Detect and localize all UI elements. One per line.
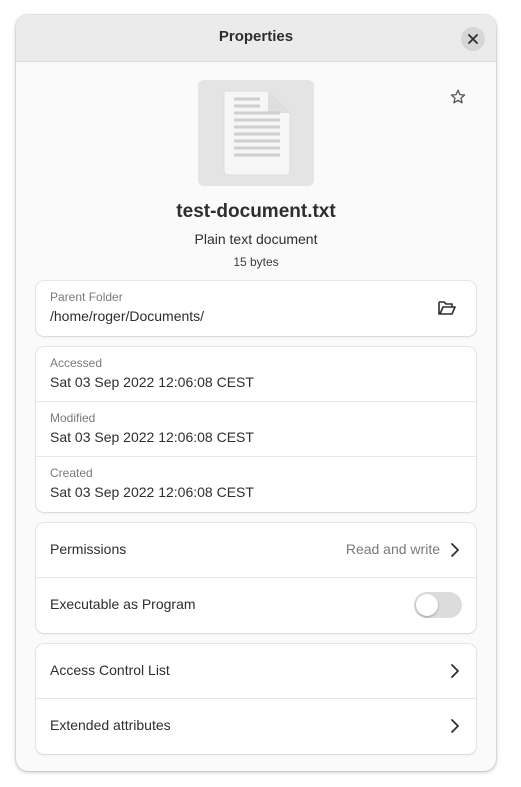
modified-label: Modified xyxy=(50,411,96,425)
executable-row: Executable as Program xyxy=(36,578,476,633)
permissions-label: Permissions xyxy=(50,541,127,557)
star-button[interactable] xyxy=(447,86,469,108)
chevron-right-icon xyxy=(451,719,459,733)
text-file-icon xyxy=(223,90,291,176)
toggle-knob xyxy=(416,594,438,616)
close-icon xyxy=(468,34,478,44)
extended-attributes-row[interactable]: Extended attributes xyxy=(36,699,476,754)
advanced-card: Access Control List Extended attributes xyxy=(36,644,476,754)
created-value: Sat 03 Sep 2022 12:06:08 CEST xyxy=(50,484,254,500)
parent-folder-path: /home/roger/Documents/ xyxy=(50,308,205,324)
file-type: Plain text document xyxy=(194,231,318,247)
modified-row: Modified Sat 03 Sep 2022 12:06:08 CEST xyxy=(36,402,476,457)
file-thumbnail xyxy=(198,80,314,186)
star-icon xyxy=(450,89,466,104)
accessed-row: Accessed Sat 03 Sep 2022 12:06:08 CEST xyxy=(36,347,476,402)
accessed-label: Accessed xyxy=(50,356,103,370)
chevron-right-icon xyxy=(451,664,459,678)
parent-folder-label: Parent Folder xyxy=(50,290,123,304)
created-row: Created Sat 03 Sep 2022 12:06:08 CEST xyxy=(36,457,476,512)
acl-row[interactable]: Access Control List xyxy=(36,644,476,699)
file-size: 15 bytes xyxy=(233,255,279,269)
parent-folder-row: Parent Folder /home/roger/Documents/ xyxy=(36,281,476,336)
created-label: Created xyxy=(50,466,93,480)
open-folder-button[interactable] xyxy=(436,298,458,318)
header-bar: Properties xyxy=(16,15,496,62)
extended-attributes-label: Extended attributes xyxy=(50,717,171,733)
accessed-value: Sat 03 Sep 2022 12:06:08 CEST xyxy=(50,374,254,390)
chevron-right-icon xyxy=(451,543,459,557)
window-title: Properties xyxy=(218,28,294,45)
location-card: Parent Folder /home/roger/Documents/ xyxy=(36,281,476,336)
modified-value: Sat 03 Sep 2022 12:06:08 CEST xyxy=(50,429,254,445)
folder-open-icon xyxy=(438,301,456,315)
permissions-row[interactable]: Permissions Read and write xyxy=(36,523,476,578)
executable-label: Executable as Program xyxy=(50,596,196,612)
permissions-value: Read and write xyxy=(345,541,440,557)
properties-window: Properties test-document.txt Plain text … xyxy=(16,15,496,771)
times-card: Accessed Sat 03 Sep 2022 12:06:08 CEST M… xyxy=(36,347,476,512)
file-name: test-document.txt xyxy=(176,201,336,222)
permissions-card: Permissions Read and write Executable as… xyxy=(36,523,476,633)
acl-label: Access Control List xyxy=(50,662,170,678)
executable-toggle[interactable] xyxy=(414,592,462,618)
close-button[interactable] xyxy=(461,27,485,51)
